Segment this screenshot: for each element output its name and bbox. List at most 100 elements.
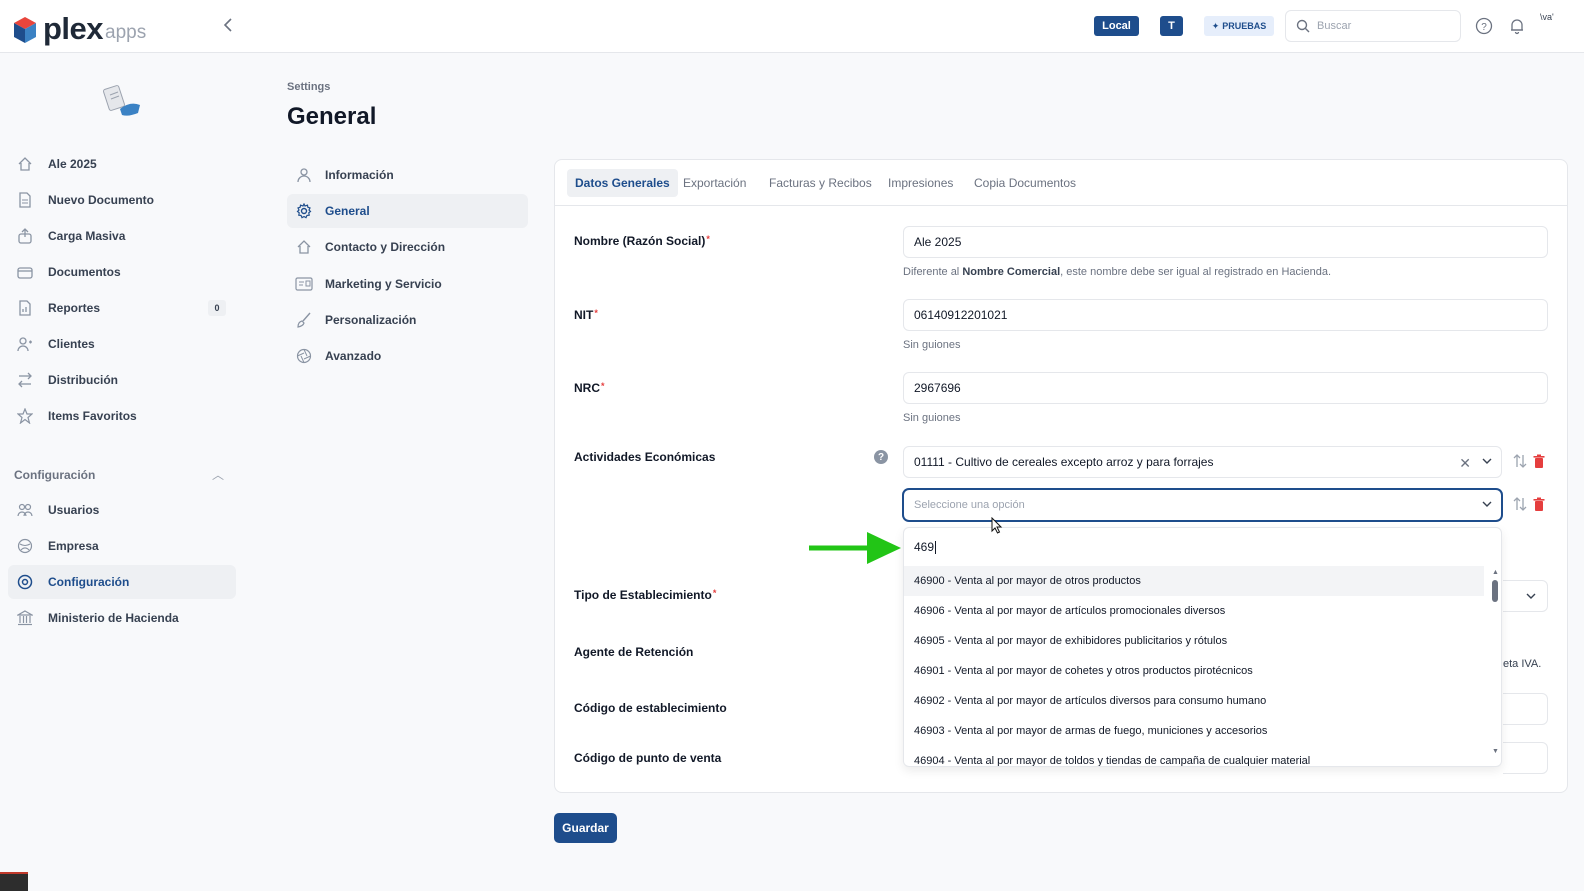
- star-icon: [16, 407, 34, 425]
- sidebar-item-empresa[interactable]: Empresa: [8, 529, 236, 563]
- gear-icon: [295, 202, 313, 220]
- dropdown-option[interactable]: 46906 - Venta al por mayor de artículos …: [904, 596, 1484, 626]
- settings-menu-contacto[interactable]: Contacto y Dirección: [287, 230, 528, 264]
- sidebar-item-carga-masiva[interactable]: Carga Masiva: [8, 219, 236, 253]
- search-icon: [1296, 19, 1310, 33]
- nit-field[interactable]: 06140912201021: [903, 299, 1548, 331]
- chevron-down-icon[interactable]: [1525, 590, 1537, 605]
- users-icon: [16, 335, 34, 353]
- sidebar-item-usuarios[interactable]: Usuarios: [8, 493, 236, 527]
- settings-menu-label: Marketing y Servicio: [325, 277, 442, 291]
- tipo-establecimiento-select[interactable]: [1503, 580, 1548, 612]
- settings-menu-marketing[interactable]: Marketing y Servicio: [287, 267, 528, 301]
- tab-facturas-y-recibos[interactable]: Facturas y Recibos: [761, 169, 880, 197]
- plex-logo[interactable]: plex apps: [13, 11, 146, 46]
- actividades-label: Actividades Económicas: [574, 450, 716, 464]
- settings-menu-personalizacion[interactable]: Personalización: [287, 303, 528, 337]
- document-icon: [16, 191, 34, 209]
- main-sidebar: Ale 2025 Nuevo Documento Carga Masiva Do…: [0, 53, 240, 891]
- globe-icon: [16, 537, 34, 555]
- folder-icon: [16, 263, 34, 281]
- codigo-establecimiento-field[interactable]: [1503, 693, 1548, 725]
- actividad-select-1-value: 01111 - Cultivo de cereales excepto arro…: [914, 455, 1214, 469]
- help-icon: ?: [1475, 17, 1493, 35]
- sidebar-item-ale-2025[interactable]: Ale 2025: [8, 147, 236, 181]
- collapse-sidebar-button[interactable]: [222, 16, 234, 39]
- nombre-field[interactable]: Ale 2025: [903, 226, 1548, 258]
- swap-icon: [16, 371, 34, 389]
- annotation-arrow-icon: [809, 532, 901, 564]
- actividad-dropdown: 469 46900 - Venta al por mayor de otros …: [903, 527, 1502, 767]
- sidebar-item-distribucion[interactable]: Distribución: [8, 363, 236, 397]
- sort-icon[interactable]: [1513, 453, 1527, 472]
- settings-menu-label: General: [325, 204, 370, 218]
- scroll-down-icon[interactable]: ▼: [1492, 748, 1499, 755]
- brand-name: plex: [43, 11, 104, 46]
- tipo-establecimiento-label: Tipo de Establecimiento*: [574, 588, 717, 602]
- company-logo-icon: [103, 85, 140, 116]
- breadcrumb[interactable]: Settings: [287, 81, 330, 93]
- tenant-badge[interactable]: T: [1160, 16, 1183, 36]
- report-icon: [16, 299, 34, 317]
- sort-icon[interactable]: [1513, 496, 1527, 515]
- home-icon: [295, 238, 313, 256]
- dropdown-option[interactable]: 46904 - Venta al por mayor de toldos y t…: [904, 746, 1484, 766]
- page-title: General: [287, 103, 377, 130]
- bell-icon: [1511, 19, 1523, 35]
- recording-widget[interactable]: [0, 872, 28, 891]
- nrc-hint: Sin guiones: [903, 412, 961, 424]
- dropdown-option[interactable]: 46902 - Venta al por mayor de artículos …: [904, 686, 1484, 716]
- dropdown-scrollbar[interactable]: ▲ ▼: [1489, 566, 1501, 766]
- settings-menu-avanzado[interactable]: Avanzado: [287, 339, 528, 373]
- trash-icon[interactable]: [1533, 497, 1545, 515]
- required-mark: *: [706, 234, 710, 244]
- dropdown-option[interactable]: 46905 - Venta al por mayor de exhibidore…: [904, 626, 1484, 656]
- sidebar-item-label: Usuarios: [48, 503, 100, 517]
- actividad-select-1[interactable]: 01111 - Cultivo de cereales excepto arro…: [903, 446, 1502, 478]
- sidebar-item-clientes[interactable]: Clientes: [8, 327, 236, 361]
- save-button[interactable]: Guardar: [554, 813, 617, 843]
- tab-impresiones[interactable]: Impresiones: [880, 169, 961, 197]
- settings-menu-informacion[interactable]: Información: [287, 158, 528, 192]
- dropdown-option[interactable]: 46900 - Venta al por mayor de otros prod…: [904, 566, 1484, 596]
- testing-mode-badge[interactable]: ✦ PRUEBAS: [1204, 16, 1274, 36]
- upload-icon: [16, 227, 34, 245]
- agente-retencion-description: eta IVA.: [1503, 658, 1542, 670]
- trash-icon[interactable]: [1533, 454, 1545, 472]
- tab-copia-documentos[interactable]: Copia Documentos: [966, 169, 1084, 197]
- settings-menu-general[interactable]: General: [287, 194, 528, 228]
- sidebar-item-reportes[interactable]: Reportes 0: [8, 291, 236, 325]
- sidebar-item-label: Carga Masiva: [48, 229, 126, 243]
- scroll-up-icon[interactable]: ▲: [1492, 569, 1499, 576]
- sidebar-item-ministerio-de-hacienda[interactable]: Ministerio de Hacienda: [8, 601, 236, 635]
- sidebar-item-items-favoritos[interactable]: Items Favoritos: [8, 399, 236, 433]
- tab-datos-generales[interactable]: Datos Generales: [567, 169, 678, 197]
- nombre-hint: Diferente al Nombre Comercial, este nomb…: [903, 266, 1332, 278]
- sidebar-item-nuevo-documento[interactable]: Nuevo Documento: [8, 183, 236, 217]
- dropdown-option[interactable]: 46901 - Venta al por mayor de cohetes y …: [904, 656, 1484, 686]
- chevron-down-icon[interactable]: [1481, 455, 1493, 470]
- notifications-button[interactable]: [1507, 16, 1527, 36]
- actividad-2-tools: [1513, 496, 1545, 515]
- environment-local-badge[interactable]: Local: [1094, 16, 1139, 36]
- help-icon[interactable]: ?: [874, 450, 888, 464]
- clear-icon[interactable]: ✕: [1459, 455, 1471, 472]
- global-search[interactable]: [1285, 10, 1461, 42]
- sidebar-item-label: Nuevo Documento: [48, 193, 155, 207]
- help-button[interactable]: ?: [1474, 16, 1494, 36]
- dropdown-option[interactable]: 46903 - Venta al por mayor de armas de f…: [904, 716, 1484, 746]
- sidebar-item-label: Ale 2025: [48, 157, 97, 171]
- sidebar-item-configuracion[interactable]: Configuración: [8, 565, 236, 599]
- sidebar-section-configuracion[interactable]: Configuración: [14, 468, 95, 482]
- chevron-down-icon[interactable]: [1481, 498, 1493, 513]
- sidebar-item-documentos[interactable]: Documentos: [8, 255, 236, 289]
- chevron-up-icon[interactable]: ︿: [212, 466, 224, 483]
- codigo-punto-venta-field[interactable]: [1503, 742, 1548, 774]
- tab-exportacion[interactable]: Exportación: [675, 169, 754, 197]
- user-avatar[interactable]: \va': [1540, 12, 1568, 40]
- agente-retencion-label: Agente de Retención: [574, 645, 694, 659]
- nrc-field[interactable]: 2967696: [903, 372, 1548, 404]
- sidebar-item-label: Items Favoritos: [48, 409, 137, 423]
- scrollbar-thumb[interactable]: [1492, 580, 1498, 602]
- search-input[interactable]: [1317, 20, 1447, 32]
